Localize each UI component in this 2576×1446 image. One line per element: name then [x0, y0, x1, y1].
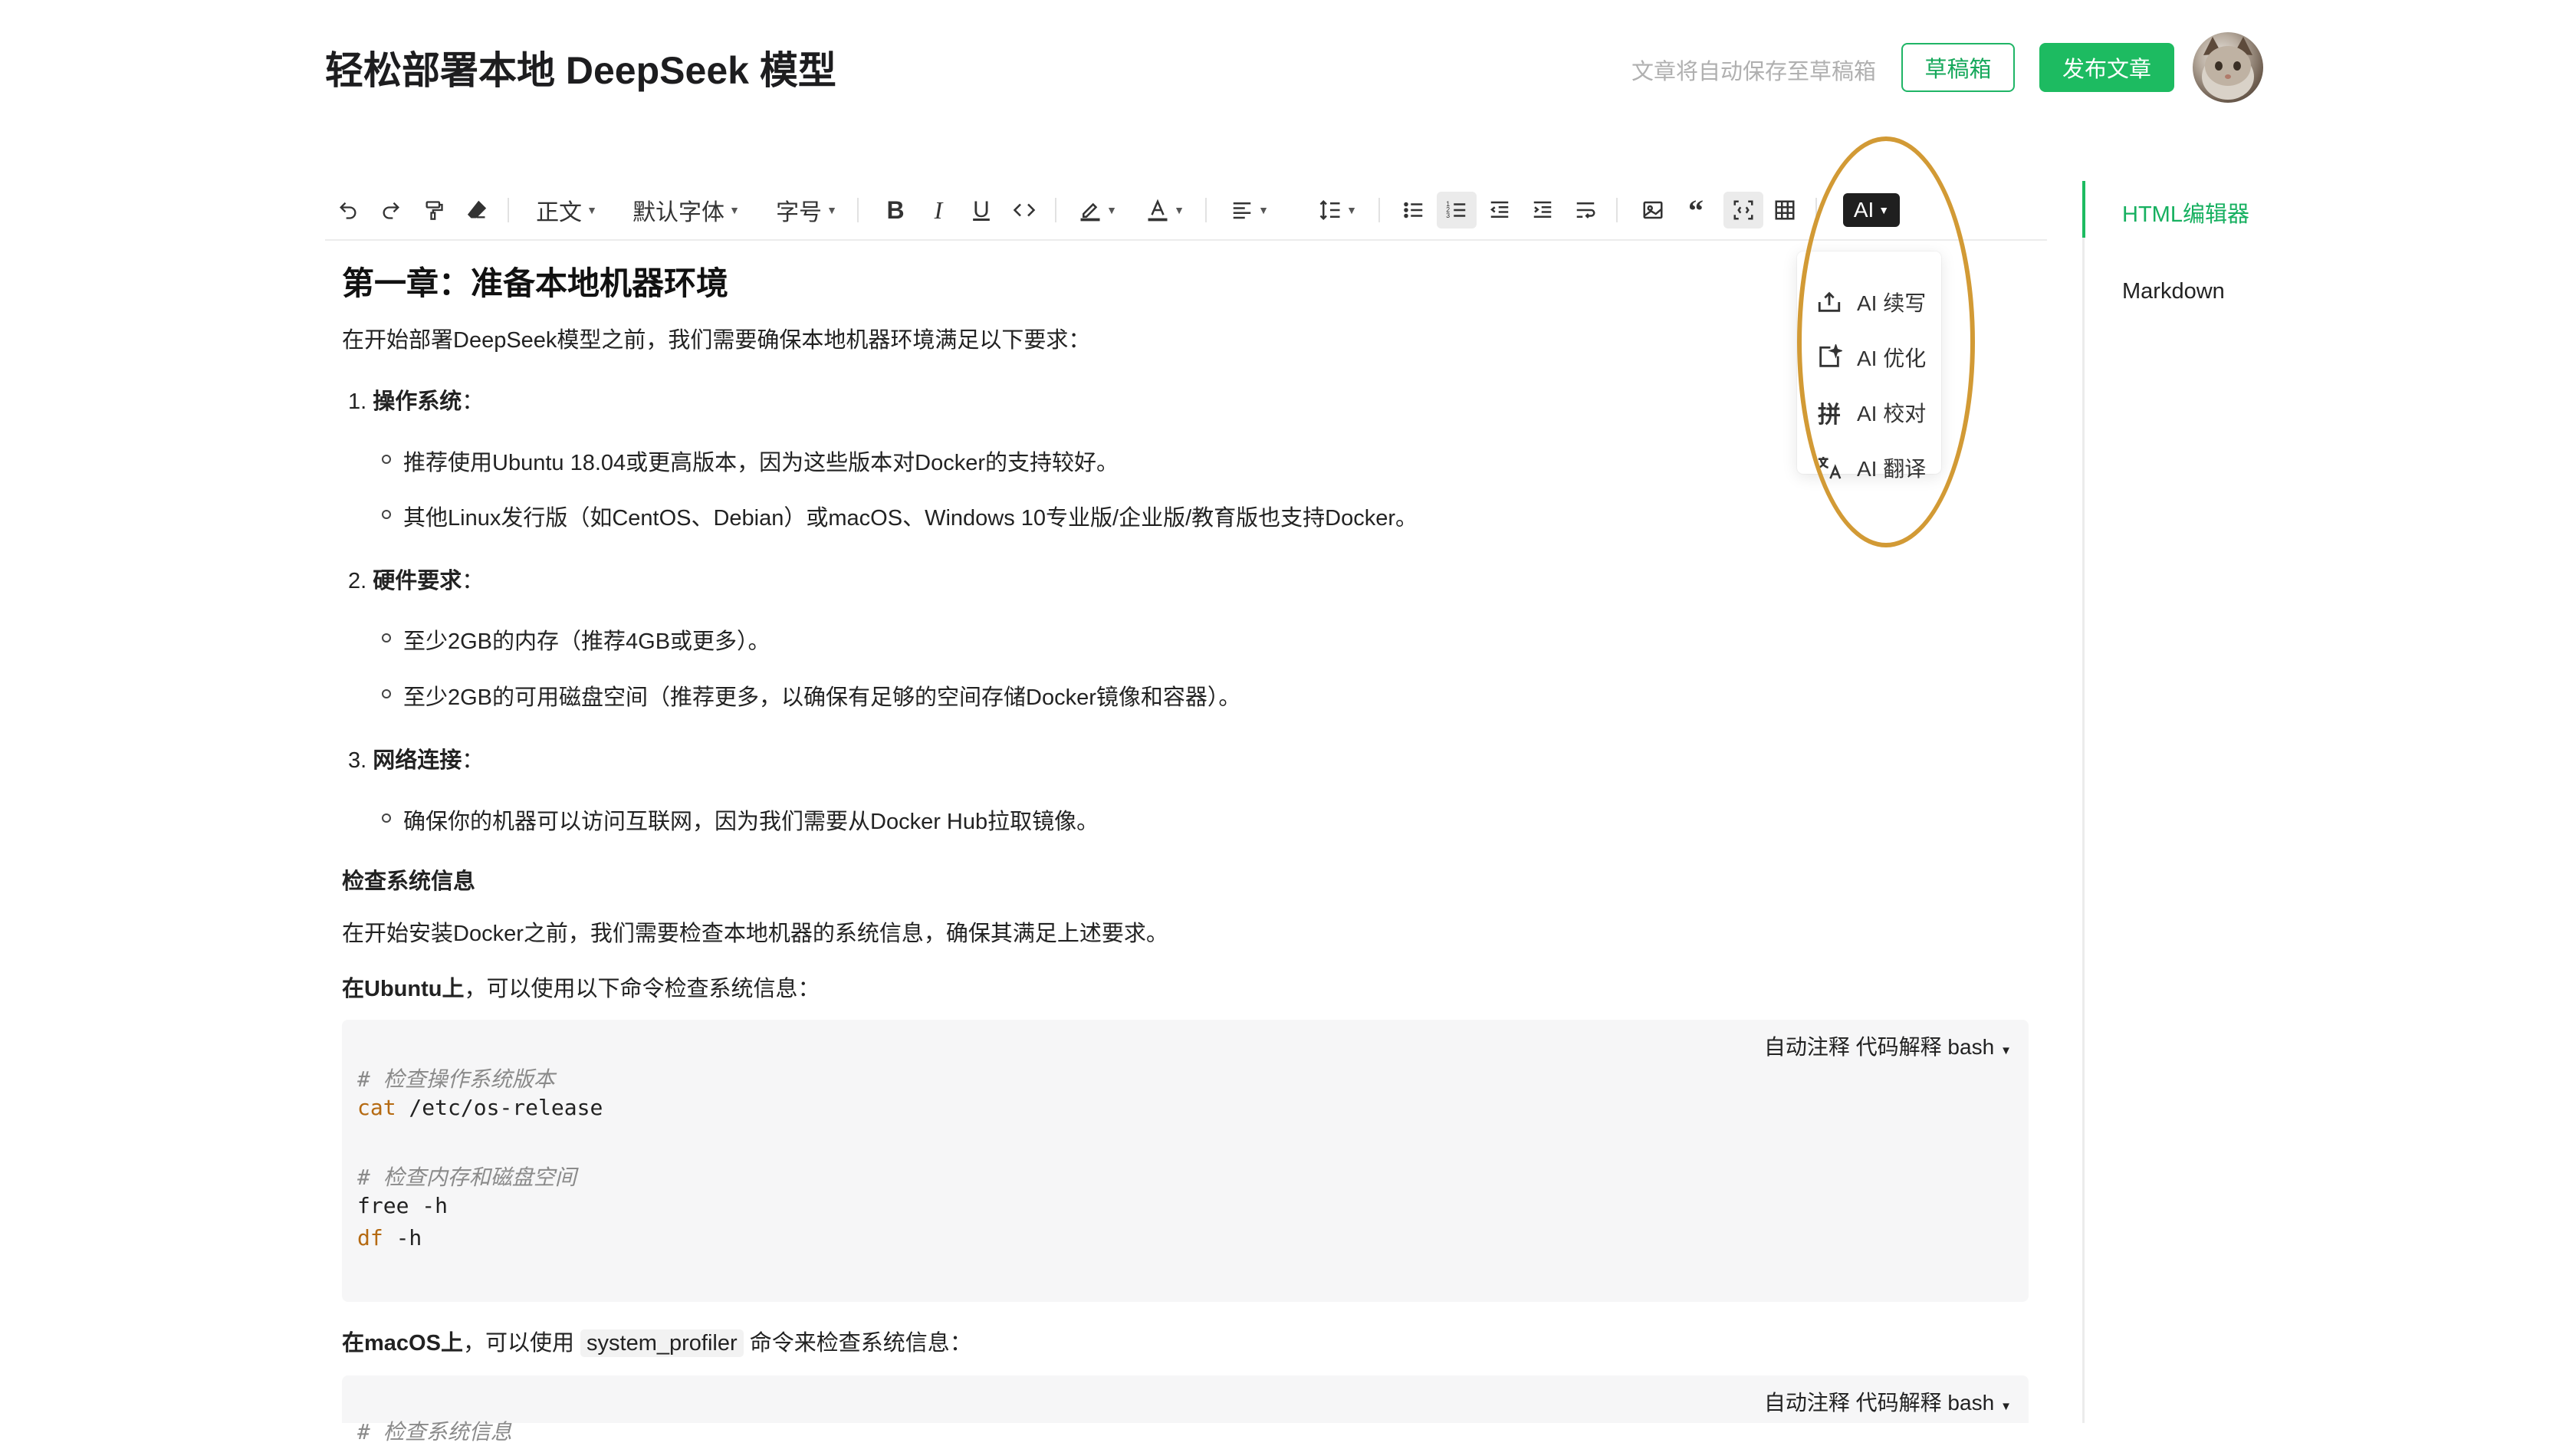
code-block-icon[interactable] — [1723, 192, 1763, 228]
list-item-bullet: 至少2GB的可用磁盘空间（推荐更多，以确保有足够的空间存储Docker镜像和容器… — [403, 685, 1241, 710]
annotation-highlight-circle — [1797, 136, 1975, 547]
inline-code-icon[interactable] — [1009, 192, 1040, 228]
user-avatar[interactable] — [2193, 32, 2263, 103]
list-item-3: 3. 网络连接： — [348, 748, 485, 773]
inline-code-system-profiler: system_profiler — [580, 1329, 744, 1357]
bullet-marker — [382, 510, 391, 519]
outdent-icon[interactable] — [1484, 192, 1515, 228]
bullet-marker — [382, 633, 391, 642]
editor-toolbar: 正文 ▼ 默认字体 ▼ 字号 ▼ B I U ▼ ▼ ▼ ▼ 123 “ — [325, 187, 2036, 233]
code-comment: # 检查系统信息 — [357, 1419, 512, 1444]
article-title[interactable]: 轻松部署本地 DeepSeek 模型 — [325, 40, 836, 95]
underline-icon[interactable]: U — [968, 192, 995, 228]
font-family-dropdown[interactable]: 默认字体 ▼ — [630, 192, 742, 228]
align-icon[interactable]: ▼ — [1227, 192, 1273, 228]
undo-icon[interactable] — [333, 192, 363, 228]
list-item-2: 2. 硬件要求： — [348, 569, 485, 593]
highlight-color-icon[interactable]: ▼ — [1075, 192, 1121, 228]
publish-button[interactable]: 发布文章 — [2039, 43, 2174, 92]
section-heading-check-system: 检查系统信息 — [342, 869, 476, 894]
italic-icon[interactable]: I — [925, 192, 952, 228]
list-item-bullet: 确保你的机器可以访问互联网，因为我们需要从Docker Hub拉取镜像。 — [403, 810, 1099, 834]
check-system-paragraph: 在开始安装Docker之前，我们需要检查本地机器的系统信息，确保其满足上述要求。 — [342, 922, 1168, 946]
code-block-ubuntu[interactable]: 自动注释 代码解释 bash ▼ # 检查操作系统版本 cat /etc/os-r… — [342, 1020, 2029, 1302]
heading-chapter-1: 第一章：准备本地机器环境 — [342, 265, 729, 301]
font-color-icon[interactable]: ▼ — [1142, 192, 1188, 228]
macos-paragraph: 在macOS上，可以使用 system_profiler 命令来检查系统信息： — [342, 1329, 972, 1357]
code-line: cat /etc/os-release — [357, 1095, 603, 1120]
format-painter-icon[interactable] — [419, 192, 449, 228]
bullet-marker — [382, 813, 391, 823]
sidebar-divider — [2082, 181, 2085, 1423]
code-block-macos[interactable]: 自动注释 代码解释 bash ▼ # 检查系统信息 — [342, 1375, 2029, 1444]
list-item-bullet: 其他Linux发行版（如CentOS、Debian）或macOS、Windows… — [403, 506, 1418, 531]
ubuntu-paragraph: 在Ubuntu上，可以使用以下命令检查系统信息： — [342, 977, 820, 1001]
autosave-hint: 文章将自动保存至草稿箱 — [1631, 60, 1877, 84]
code-block-options[interactable]: 自动注释 代码解释 bash ▼ — [1764, 1386, 2012, 1417]
line-height-icon[interactable]: ▼ — [1314, 192, 1362, 228]
bullet-marker — [382, 689, 391, 698]
tab-markdown[interactable]: Markdown — [2122, 279, 2225, 304]
svg-text:3: 3 — [1446, 212, 1450, 219]
paragraph-style-dropdown[interactable]: 正文 ▼ — [532, 192, 601, 228]
code-line: free -h — [357, 1193, 449, 1218]
bullet-list-icon[interactable] — [1398, 192, 1429, 228]
ordered-list-icon[interactable]: 123 — [1437, 192, 1477, 228]
drafts-button[interactable]: 草稿箱 — [1901, 43, 2015, 92]
indent-icon[interactable] — [1527, 192, 1558, 228]
image-icon[interactable] — [1638, 192, 1668, 228]
code-block-options[interactable]: 自动注释 代码解释 bash ▼ — [1764, 1030, 2012, 1061]
redo-icon[interactable] — [376, 192, 406, 228]
sidebar-active-indicator — [2082, 181, 2085, 238]
table-icon[interactable] — [1769, 192, 1800, 228]
bullet-marker — [382, 455, 391, 464]
font-size-dropdown[interactable]: 字号 ▼ — [773, 192, 840, 228]
list-item-bullet: 推荐使用Ubuntu 18.04或更高版本，因为这些版本对Docker的支持较好… — [403, 451, 1119, 475]
list-item-1: 1. 操作系统： — [348, 389, 485, 414]
toolbar-divider — [325, 239, 2047, 241]
quote-icon[interactable]: “ — [1681, 192, 1711, 228]
code-line: df -h — [357, 1225, 422, 1250]
code-comment: # 检查操作系统版本 — [357, 1066, 555, 1092]
list-item-bullet: 至少2GB的内存（推荐4GB或更多）。 — [403, 629, 770, 654]
code-comment: # 检查内存和磁盘空间 — [357, 1165, 577, 1190]
text-wrap-icon[interactable] — [1570, 192, 1601, 228]
clear-format-icon[interactable] — [462, 192, 492, 228]
bold-icon[interactable]: B — [882, 192, 909, 228]
tab-html-editor[interactable]: HTML编辑器 — [2122, 196, 2249, 228]
intro-paragraph: 在开始部署DeepSeek模型之前，我们需要确保本地机器环境满足以下要求： — [342, 328, 1091, 353]
